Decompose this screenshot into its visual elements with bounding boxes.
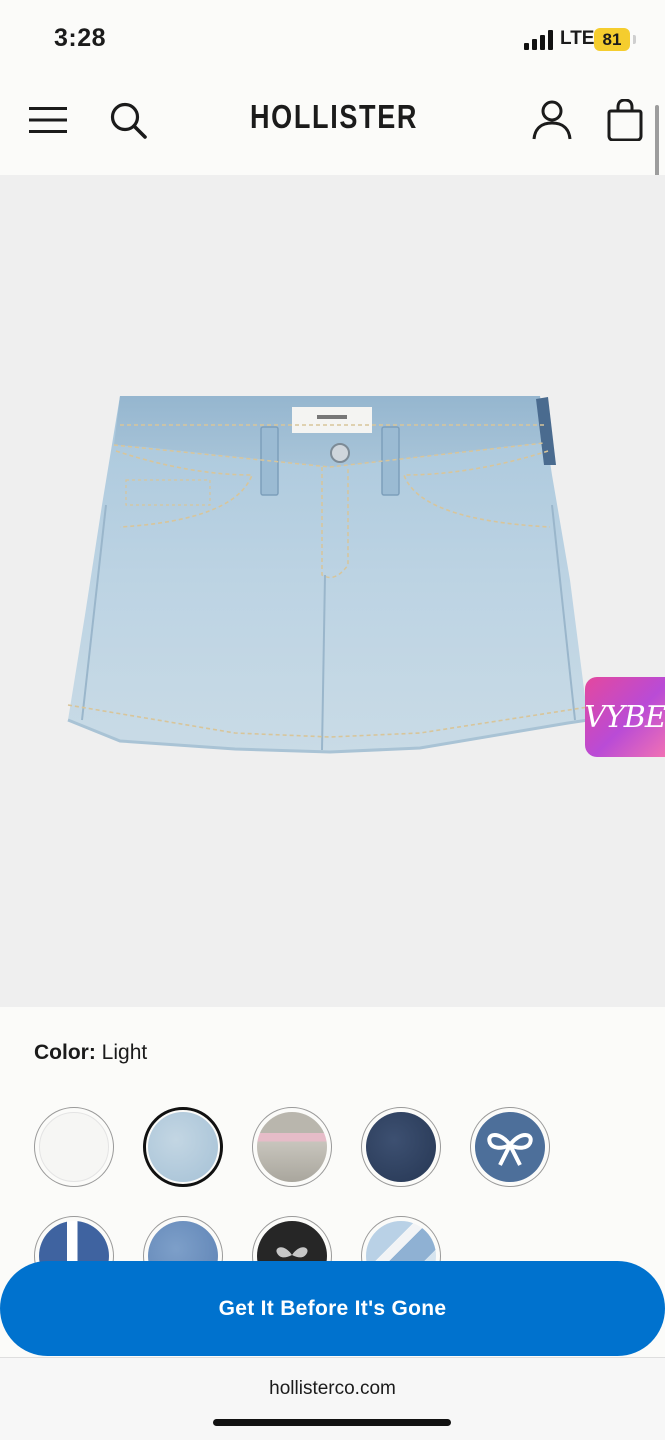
color-label-key: Color: [34,1041,96,1064]
swatch-light[interactable] [143,1107,223,1187]
color-label: Color: Light [34,1041,147,1065]
search-icon [110,102,147,139]
menu-button[interactable] [24,96,72,144]
status-bar: 3:28 LTE 81 [0,0,665,80]
swatch-white[interactable] [34,1107,114,1187]
battery-tip [633,35,636,44]
battery-icon: 81 [594,28,630,51]
bow-icon [487,1133,533,1166]
swatch-bow-print[interactable] [470,1107,550,1187]
swatch-pink-floral[interactable] [252,1107,332,1187]
hamburger-icon [29,107,67,133]
signal-icon [524,30,553,50]
account-button[interactable] [528,96,576,144]
bag-button[interactable] [601,96,649,144]
browser-url-bar: hollisterco.com [0,1357,665,1440]
vybe-badge[interactable]: VYBE [585,677,665,757]
color-value: Light [101,1041,148,1064]
search-button[interactable] [104,96,152,144]
brand-logo[interactable]: HOLLISTER [250,98,416,136]
shopping-bag-icon [607,99,643,141]
home-indicator[interactable] [213,1419,451,1426]
swatch-dark[interactable] [361,1107,441,1187]
get-it-before-its-gone-button[interactable]: Get It Before It's Gone [0,1261,665,1356]
network-type: LTE [560,28,595,49]
denim-skirt-image [67,396,589,754]
status-time: 3:28 [54,24,107,52]
product-image[interactable] [0,175,665,1007]
person-icon [532,100,572,140]
url-text[interactable]: hollisterco.com [0,1378,665,1400]
